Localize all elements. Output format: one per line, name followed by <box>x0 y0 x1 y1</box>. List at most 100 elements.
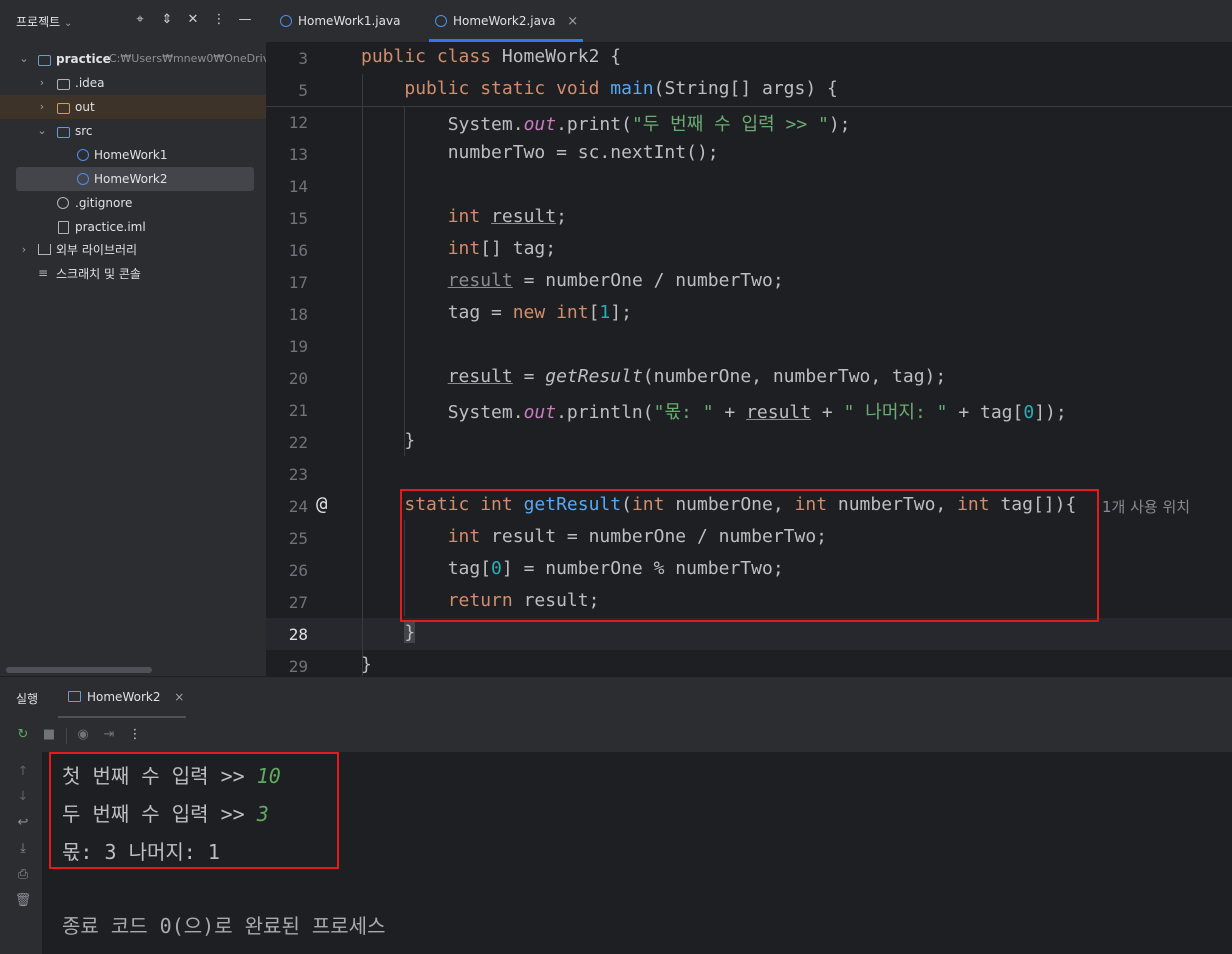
console-exit-message: 종료 코드 0(으)로 완료된 프로세스 <box>62 914 386 938</box>
tree-item-idea[interactable]: › .idea <box>0 71 266 95</box>
java-class-icon <box>77 149 89 161</box>
excluded-folder-icon <box>57 103 70 114</box>
module-folder-icon <box>38 55 51 66</box>
line-number: 28 <box>288 625 308 644</box>
chevron-down-icon[interactable]: ⌄ <box>36 119 48 143</box>
line-number: 16 <box>288 241 308 260</box>
code-line-29: } <box>361 654 372 675</box>
stop-icon[interactable]: ■ <box>40 726 58 744</box>
rerun-icon[interactable]: ↻ <box>14 726 32 744</box>
ignored-file-icon <box>57 197 69 209</box>
exit-icon[interactable]: ⇥ <box>100 726 118 744</box>
tree-label: src <box>75 124 93 138</box>
soft-wrap-icon[interactable]: ↩ <box>14 815 32 830</box>
chevron-right-icon[interactable]: › <box>36 95 48 119</box>
tree-label: 외부 라이브러리 <box>56 243 138 257</box>
horizontal-scrollbar[interactable] <box>6 667 152 673</box>
print-icon[interactable]: ⎙ <box>14 867 32 882</box>
run-tab-homework2[interactable]: HomeWork2 × <box>68 690 184 704</box>
chevron-right-icon[interactable]: › <box>36 71 48 95</box>
console-line: 두 번째 수 입력 >> 3 <box>62 798 269 827</box>
project-pane: 프로젝트 ⌄ ⌖ ⇕ ✕ ⋮ — ⌄ practice C:₩Users₩mne… <box>0 0 266 676</box>
usages-inlay-hint[interactable]: 1개 사용 위치 <box>1102 496 1190 517</box>
close-tab-icon[interactable]: × <box>174 690 184 704</box>
tree-label: out <box>75 100 95 114</box>
tree-item-practice[interactable]: ⌄ practice C:₩Users₩mnew0₩OneDrive <box>0 47 266 71</box>
expand-all-icon[interactable]: ⇕ <box>158 11 176 29</box>
line-number: 20 <box>288 369 308 388</box>
tree-label: .gitignore <box>75 196 133 210</box>
tab-homework2[interactable]: HomeWork2.java × <box>435 0 578 42</box>
line-number: 25 <box>288 529 308 548</box>
code-line-15: int result; <box>447 206 567 227</box>
code-editor[interactable]: 3 5 12 13 14 15 16 17 18 19 20 21 22 23 … <box>266 42 1232 676</box>
line-number: 18 <box>288 305 308 324</box>
line-number: 15 <box>288 209 308 228</box>
override-marker-icon[interactable]: @ <box>316 493 327 515</box>
tree-item-homework1[interactable]: HomeWork1 <box>0 143 266 167</box>
line-number: 22 <box>288 433 308 452</box>
more-options-icon[interactable]: ⋮ <box>126 726 144 744</box>
editor-tabs: HomeWork1.java HomeWork2.java × <box>266 0 1232 43</box>
file-icon <box>58 221 69 234</box>
tree-label: .idea <box>75 76 105 90</box>
console-input: 3 <box>256 802 269 826</box>
project-title: 프로젝트 <box>16 15 61 29</box>
project-header: 프로젝트 ⌄ ⌖ ⇕ ✕ ⋮ — <box>0 0 266 42</box>
line-number: 13 <box>288 145 308 164</box>
close-tab-icon[interactable]: × <box>567 14 578 29</box>
tree-item-scratches[interactable]: ≡ 스크래치 및 콘솔 <box>0 262 266 286</box>
collapse-all-icon[interactable]: ✕ <box>184 11 202 29</box>
code-line-17: result = numberOne / numberTwo; <box>447 270 784 291</box>
project-title-dropdown[interactable]: 프로젝트 ⌄ <box>16 13 72 30</box>
console-prompt: 두 번째 수 입력 >> <box>62 802 257 826</box>
library-icon <box>38 244 51 255</box>
line-number: 19 <box>288 337 308 356</box>
code-line-3: public class HomeWork2 { <box>361 46 622 67</box>
down-arrow-icon[interactable]: ↓ <box>14 789 32 804</box>
hide-icon[interactable]: — <box>236 11 254 29</box>
run-tab-label: HomeWork2 <box>87 690 161 704</box>
console-prompt: 첫 번째 수 입력 >> <box>62 764 257 788</box>
code-line-12: System.out.print("두 번째 수 입력 >> "); <box>361 114 851 135</box>
more-options-icon[interactable]: ⋮ <box>210 11 228 29</box>
tree-item-src[interactable]: ⌄ src <box>0 119 266 143</box>
tab-homework1[interactable]: HomeWork1.java <box>280 0 400 42</box>
line-number: 3 <box>298 49 308 68</box>
line-number: 17 <box>288 273 308 292</box>
toolbar-separator <box>66 728 67 744</box>
code-line-21: System.out.println("몫: " + result + " 나머… <box>361 402 1067 423</box>
tree-label: HomeWork1 <box>94 148 168 162</box>
line-number: 29 <box>288 657 308 676</box>
chevron-right-icon[interactable]: › <box>18 238 30 262</box>
project-path: C:₩Users₩mnew0₩OneDrive <box>109 52 266 65</box>
highlight-box <box>400 489 1099 622</box>
tree-item-gitignore[interactable]: .gitignore <box>0 191 266 215</box>
chevron-down-icon[interactable]: ⌄ <box>18 47 30 71</box>
line-number: 27 <box>288 593 308 612</box>
code-line-28: } <box>404 622 416 643</box>
tree-item-homework2[interactable]: HomeWork2 <box>16 167 254 191</box>
line-number: 23 <box>288 465 308 484</box>
locate-icon[interactable]: ⌖ <box>131 11 149 29</box>
console-output[interactable]: 첫 번째 수 입력 >> 10 두 번째 수 입력 >> 3 몫: 3 나머지:… <box>42 752 1232 954</box>
java-class-icon <box>435 15 447 27</box>
code-line-16: int[] tag; <box>447 238 557 259</box>
line-number: 14 <box>288 177 308 196</box>
tree-item-external-libraries[interactable]: › 외부 라이브러리 <box>0 238 266 262</box>
trash-icon[interactable]: 🗑 <box>14 893 32 908</box>
line-number: 24 <box>288 497 308 516</box>
tree-item-out[interactable]: › out <box>0 95 266 119</box>
tree-label: practice.iml <box>75 220 146 234</box>
code-line-20: result = getResult(numberOne, numberTwo,… <box>447 366 947 387</box>
console-input: 10 <box>256 764 281 788</box>
up-arrow-icon[interactable]: ↑ <box>14 764 32 779</box>
camera-icon[interactable]: ◉ <box>74 726 92 744</box>
java-class-icon <box>280 15 292 27</box>
tree-item-practice-iml[interactable]: practice.iml <box>0 215 266 239</box>
scroll-to-end-icon[interactable]: ⤓ <box>14 841 32 856</box>
line-number: 26 <box>288 561 308 580</box>
tab-label: HomeWork1.java <box>298 14 401 28</box>
console-side-toolbar: ↑ ↓ ↩ ⤓ ⎙ 🗑 <box>0 752 42 954</box>
line-number: 12 <box>288 113 308 132</box>
